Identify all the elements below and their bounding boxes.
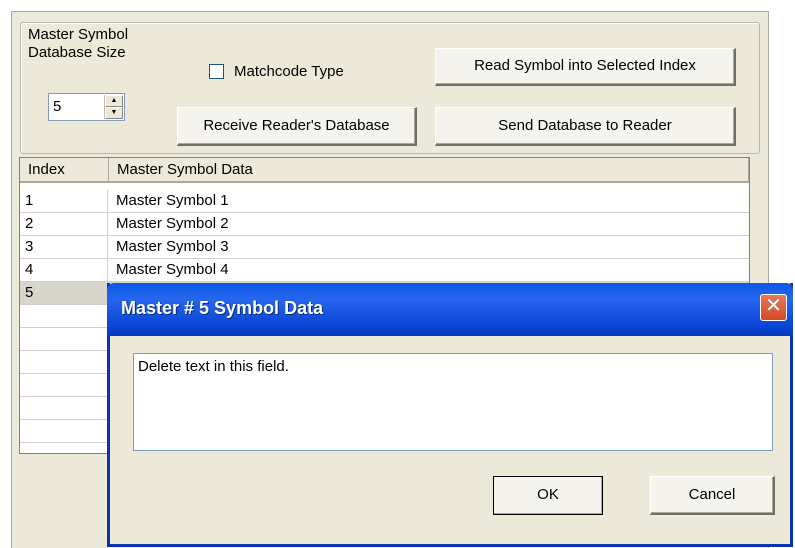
cancel-button[interactable]: Cancel bbox=[650, 476, 775, 515]
symbol-data-field[interactable]: Delete text in this field. bbox=[133, 353, 773, 451]
table-row[interactable]: 3 Master Symbol 3 bbox=[20, 236, 749, 259]
dialog-title: Master # 5 Symbol Data bbox=[121, 298, 324, 318]
down-arrow-icon[interactable]: ▼ bbox=[105, 107, 123, 119]
up-arrow-icon[interactable]: ▲ bbox=[105, 95, 123, 107]
empty-cell bbox=[20, 305, 108, 327]
row-index: 1 bbox=[20, 190, 108, 212]
close-icon[interactable]: ✕ bbox=[760, 294, 787, 321]
ok-button[interactable]: OK bbox=[493, 476, 603, 515]
db-size-value[interactable]: 5 bbox=[53, 98, 61, 116]
row-index: 2 bbox=[20, 213, 108, 235]
symbol-data-dialog: Master # 5 Symbol Data ✕ Delete text in … bbox=[107, 283, 793, 547]
table-row[interactable]: 1 Master Symbol 1 bbox=[20, 190, 749, 213]
row-index: 3 bbox=[20, 236, 108, 258]
table-row[interactable]: 4 Master Symbol 4 bbox=[20, 259, 749, 282]
spinner-buttons: ▲ ▼ bbox=[104, 95, 123, 119]
table-row[interactable]: 2 Master Symbol 2 bbox=[20, 213, 749, 236]
row-data: Master Symbol 3 bbox=[116, 238, 229, 255]
settings-group: Master Symbol Database Size 5 ▲ ▼ Matchc… bbox=[20, 22, 760, 154]
db-size-label-line1: Master Symbol bbox=[28, 26, 129, 43]
db-size-label-line2: Database Size bbox=[28, 44, 126, 61]
row-index: 4 bbox=[20, 259, 108, 281]
row-data: Master Symbol 4 bbox=[116, 261, 229, 278]
row-index: 5 bbox=[20, 282, 108, 304]
empty-cell bbox=[20, 397, 108, 419]
row-data: Master Symbol 2 bbox=[116, 215, 229, 232]
dialog-titlebar[interactable]: Master # 5 Symbol Data ✕ bbox=[107, 283, 793, 336]
empty-cell bbox=[20, 351, 108, 373]
receive-database-button[interactable]: Receive Reader's Database bbox=[177, 107, 417, 146]
row-data: Master Symbol 1 bbox=[116, 192, 229, 209]
column-header-data[interactable]: Master Symbol Data bbox=[109, 158, 749, 183]
send-database-button[interactable]: Send Database to Reader bbox=[435, 107, 736, 146]
db-size-spinner[interactable]: 5 ▲ ▼ bbox=[48, 93, 125, 121]
read-symbol-button[interactable]: Read Symbol into Selected Index bbox=[435, 48, 736, 86]
empty-cell bbox=[20, 420, 108, 442]
matchcode-label[interactable]: Matchcode Type bbox=[234, 63, 344, 81]
column-header-index[interactable]: Index bbox=[20, 158, 109, 183]
empty-cell bbox=[20, 328, 108, 350]
matchcode-checkbox[interactable] bbox=[209, 64, 224, 79]
empty-cell bbox=[20, 374, 108, 396]
symbol-data-text[interactable]: Delete text in this field. bbox=[138, 358, 289, 375]
